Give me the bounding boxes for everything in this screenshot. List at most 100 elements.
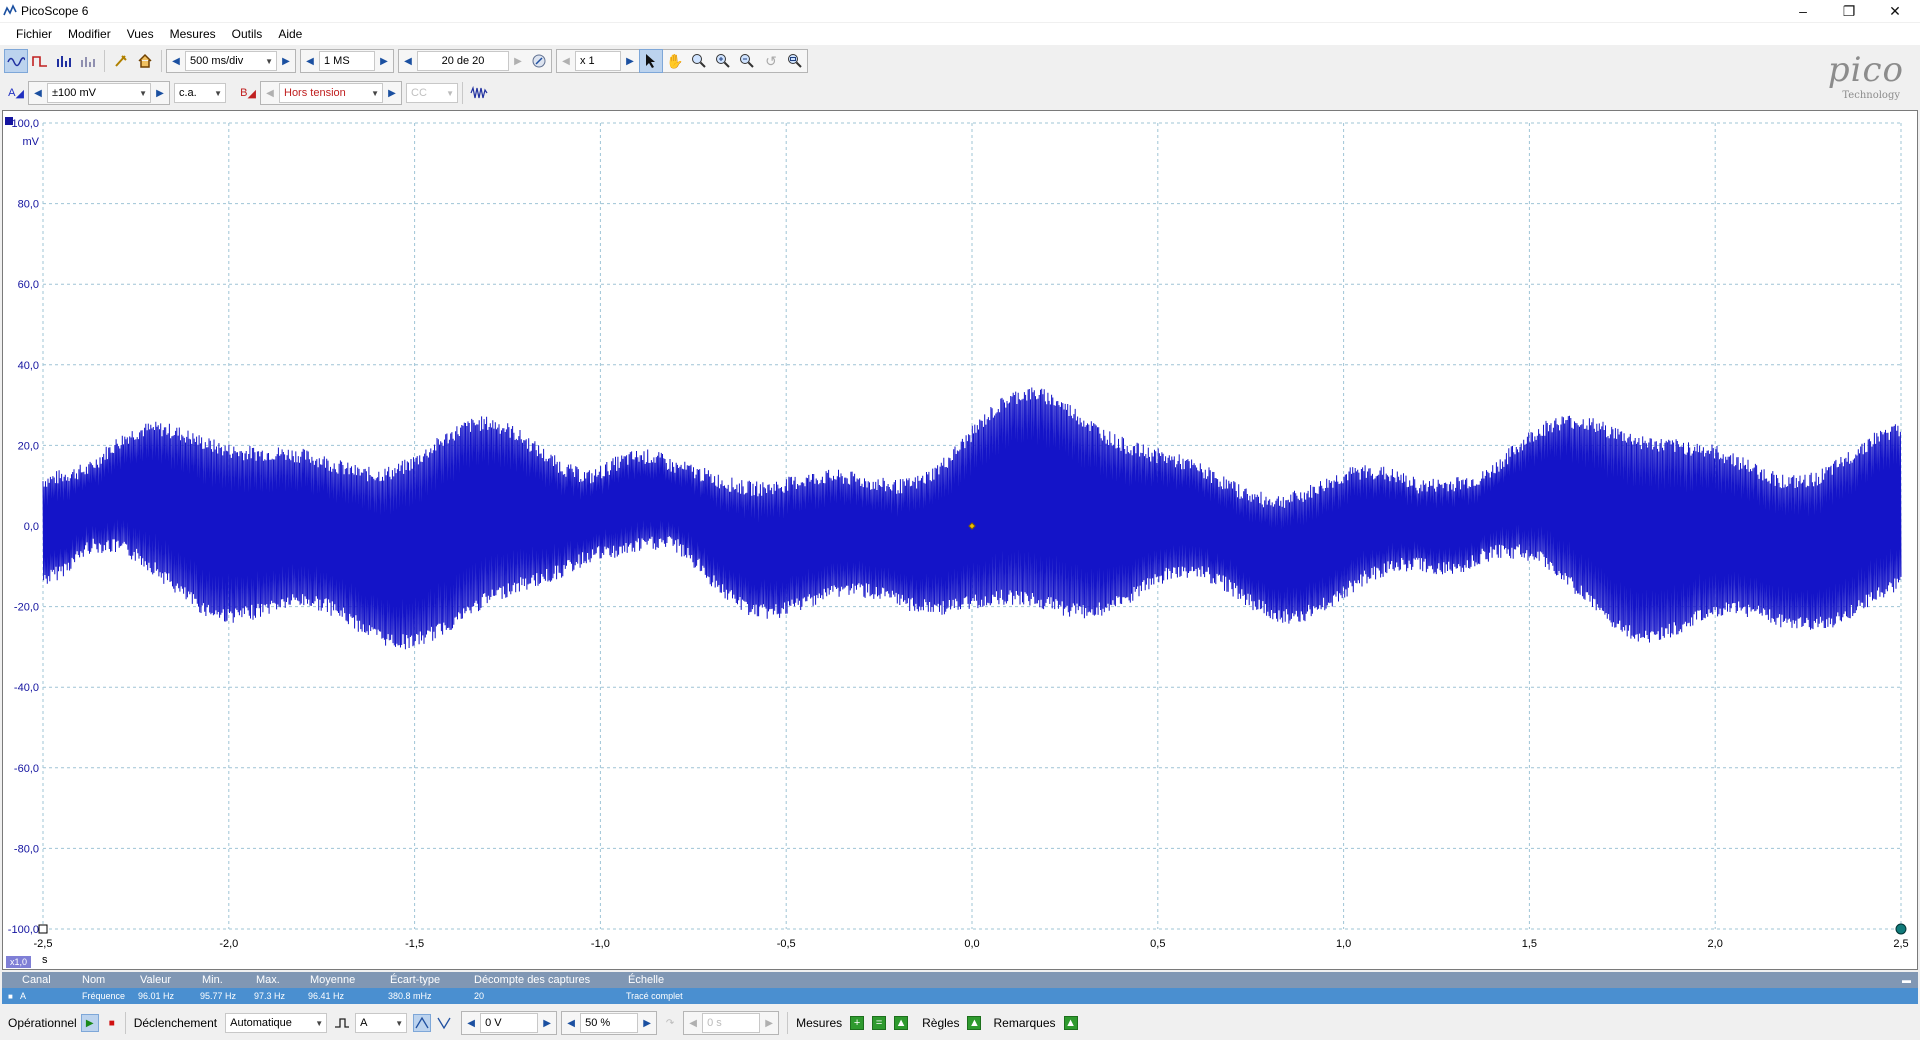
measurements-header: Canal Nom Valeur Min. Max. Moyenne Écart… (2, 972, 1918, 988)
col-ecart-type: Écart-type (390, 974, 441, 986)
coupling-b-value: CC (411, 87, 427, 99)
delay-input[interactable]: 0 s (702, 1013, 761, 1033)
trigger-mode-select[interactable]: Automatique ▼ (225, 1013, 328, 1033)
coupling-a-value: c.a. (179, 87, 197, 99)
menu-aide[interactable]: Aide (270, 27, 310, 41)
level-prev-icon[interactable]: ◀ (462, 1012, 480, 1034)
range-a-select[interactable]: ±100 mV ▼ (47, 83, 151, 103)
persistence-mode-icon[interactable] (28, 49, 52, 73)
samples-next-icon[interactable]: ▶ (375, 50, 393, 72)
channel-a-label: A (8, 87, 16, 99)
window-title: PicoScope 6 (21, 4, 89, 18)
col-decompte: Décompte des captures (474, 974, 591, 986)
y-tick-label: 0,0 (24, 521, 39, 533)
zoom-next-icon[interactable]: ▶ (621, 50, 639, 72)
home-icon[interactable] (133, 49, 157, 73)
rising-edge-icon[interactable] (413, 1014, 432, 1032)
remove-measure-icon[interactable]: ▲ (894, 1016, 909, 1030)
stop-icon[interactable]: ■ (103, 1014, 121, 1032)
scope-mode-icon[interactable] (4, 49, 28, 73)
status-bar: Opérationnel ▶ ■ Déclenchement Automatiq… (0, 1008, 1920, 1038)
timebase-prev-icon[interactable]: ◀ (167, 50, 185, 72)
zoom-out-icon[interactable] (735, 49, 759, 73)
row-max: 97.3 Hz (254, 991, 286, 1001)
x-zoom-badge: x1,0 (6, 956, 32, 968)
pretrigger-next-icon[interactable]: ▶ (638, 1012, 656, 1034)
channel-b-options[interactable]: B ◢ (236, 81, 260, 105)
coupling-b-select[interactable]: CC ▼ (406, 83, 458, 103)
zoom-overview-icon[interactable] (783, 49, 807, 73)
falling-edge-icon[interactable] (435, 1014, 453, 1032)
range-a-prev-icon[interactable]: ◀ (29, 82, 47, 104)
compass-icon[interactable] (527, 49, 551, 73)
samples-input[interactable]: 1 MS (319, 51, 375, 71)
col-canal: Canal (22, 974, 51, 986)
timebase-next-icon[interactable]: ▶ (277, 50, 295, 72)
menu-mesures[interactable]: Mesures (162, 27, 224, 41)
zoom-field[interactable]: x 1 (575, 51, 621, 71)
pretrigger-input[interactable]: 50 % (580, 1013, 639, 1033)
capture-field[interactable]: 20 de 20 (417, 51, 509, 71)
capture-value: 20 de 20 (441, 55, 485, 67)
capture-prev-icon[interactable]: ◀ (399, 50, 417, 72)
spectrum-mode-icon[interactable] (52, 49, 76, 73)
persistence-spectrum-icon[interactable] (76, 49, 100, 73)
undo-zoom-icon[interactable]: ↺ (759, 49, 783, 73)
row-valeur: 96.01 Hz (138, 991, 175, 1001)
level-next-icon[interactable]: ▶ (538, 1012, 556, 1034)
col-echelle: Échelle (628, 974, 665, 986)
range-b-next-icon[interactable]: ▶ (383, 82, 401, 104)
row-ecart-type: 380.8 mHz (388, 991, 432, 1001)
scope-plot[interactable]: 100,0 80,0 60,0 40,0 20,0 0,0 -20,0 -40,0 -60,0 -… (3, 111, 1917, 969)
trigger-channel-select[interactable]: A ▼ (355, 1013, 408, 1033)
measurements-table: Canal Nom Valeur Min. Max. Moyenne Écart… (2, 972, 1918, 1004)
probe-icon[interactable] (109, 49, 133, 73)
edit-measure-icon[interactable]: = (872, 1016, 887, 1030)
channel-a-options[interactable]: A ◢ (4, 81, 28, 105)
play-icon[interactable]: ▶ (80, 1014, 99, 1032)
trigger-level-input[interactable]: 0 V (480, 1013, 539, 1033)
coupling-a-select[interactable]: c.a. ▼ (174, 83, 226, 103)
zoom-tool-icon[interactable] (687, 49, 711, 73)
chevron-down-icon: ▼ (315, 1018, 324, 1028)
channel-options-icon[interactable] (467, 81, 491, 105)
scope-view[interactable]: 100,0 80,0 60,0 40,0 20,0 0,0 -20,0 -40,0 -60,0 -… (2, 110, 1918, 970)
y-tick-label: 100,0 (11, 118, 39, 130)
menu-outils[interactable]: Outils (224, 27, 271, 41)
y-tick-label: -100,0 (8, 924, 39, 936)
chevron-down-icon: ▼ (265, 56, 273, 66)
y-tick-label: 80,0 (18, 199, 39, 211)
add-measure-icon[interactable]: + (850, 1016, 865, 1030)
trigger-label: Déclenchement (133, 1016, 218, 1030)
capture-navigator: ◀ 20 de 20 ▶ (398, 49, 552, 73)
hand-icon[interactable]: ✋ (663, 49, 687, 73)
samples-prev-icon[interactable]: ◀ (301, 50, 319, 72)
close-measurements-icon[interactable]: ▬ (1902, 975, 1911, 985)
delay-next-icon[interactable]: ▶ (760, 1012, 778, 1034)
capture-next-icon[interactable]: ▶ (509, 50, 527, 72)
menu-modifier[interactable]: Modifier (60, 27, 119, 41)
rules-toggle-icon[interactable]: ▲ (967, 1016, 982, 1030)
menu-vues[interactable]: Vues (119, 27, 162, 41)
notes-toggle-icon[interactable]: ▲ (1063, 1016, 1078, 1030)
range-b-select[interactable]: Hors tension ▼ (279, 83, 383, 103)
minimize-icon[interactable]: – (1780, 0, 1826, 22)
delay-icon[interactable]: ↷ (661, 1014, 679, 1032)
chevron-down-icon: ▼ (139, 88, 147, 98)
delay-prev-icon[interactable]: ◀ (684, 1012, 702, 1034)
restore-icon[interactable]: ❐ (1826, 0, 1872, 22)
zoom-prev-icon[interactable]: ◀ (557, 50, 575, 72)
range-b-prev-icon[interactable]: ◀ (261, 82, 279, 104)
chevron-down-icon: ▼ (214, 88, 222, 98)
trigger-type-icon[interactable] (333, 1014, 351, 1032)
row-min: 95.77 Hz (200, 991, 237, 1001)
table-row[interactable]: ■ A Fréquence 96.01 Hz 95.77 Hz 97.3 Hz … (2, 988, 1918, 1004)
pretrigger-prev-icon[interactable]: ◀ (562, 1012, 580, 1034)
run-state-label: Opérationnel (8, 1016, 77, 1030)
pointer-icon[interactable] (639, 49, 663, 73)
range-a-next-icon[interactable]: ▶ (151, 82, 169, 104)
timebase-select[interactable]: 500 ms/div ▼ (185, 51, 277, 71)
zoom-in-icon[interactable] (711, 49, 735, 73)
menu-fichier[interactable]: Fichier (8, 27, 60, 41)
close-icon[interactable]: ✕ (1872, 0, 1918, 22)
